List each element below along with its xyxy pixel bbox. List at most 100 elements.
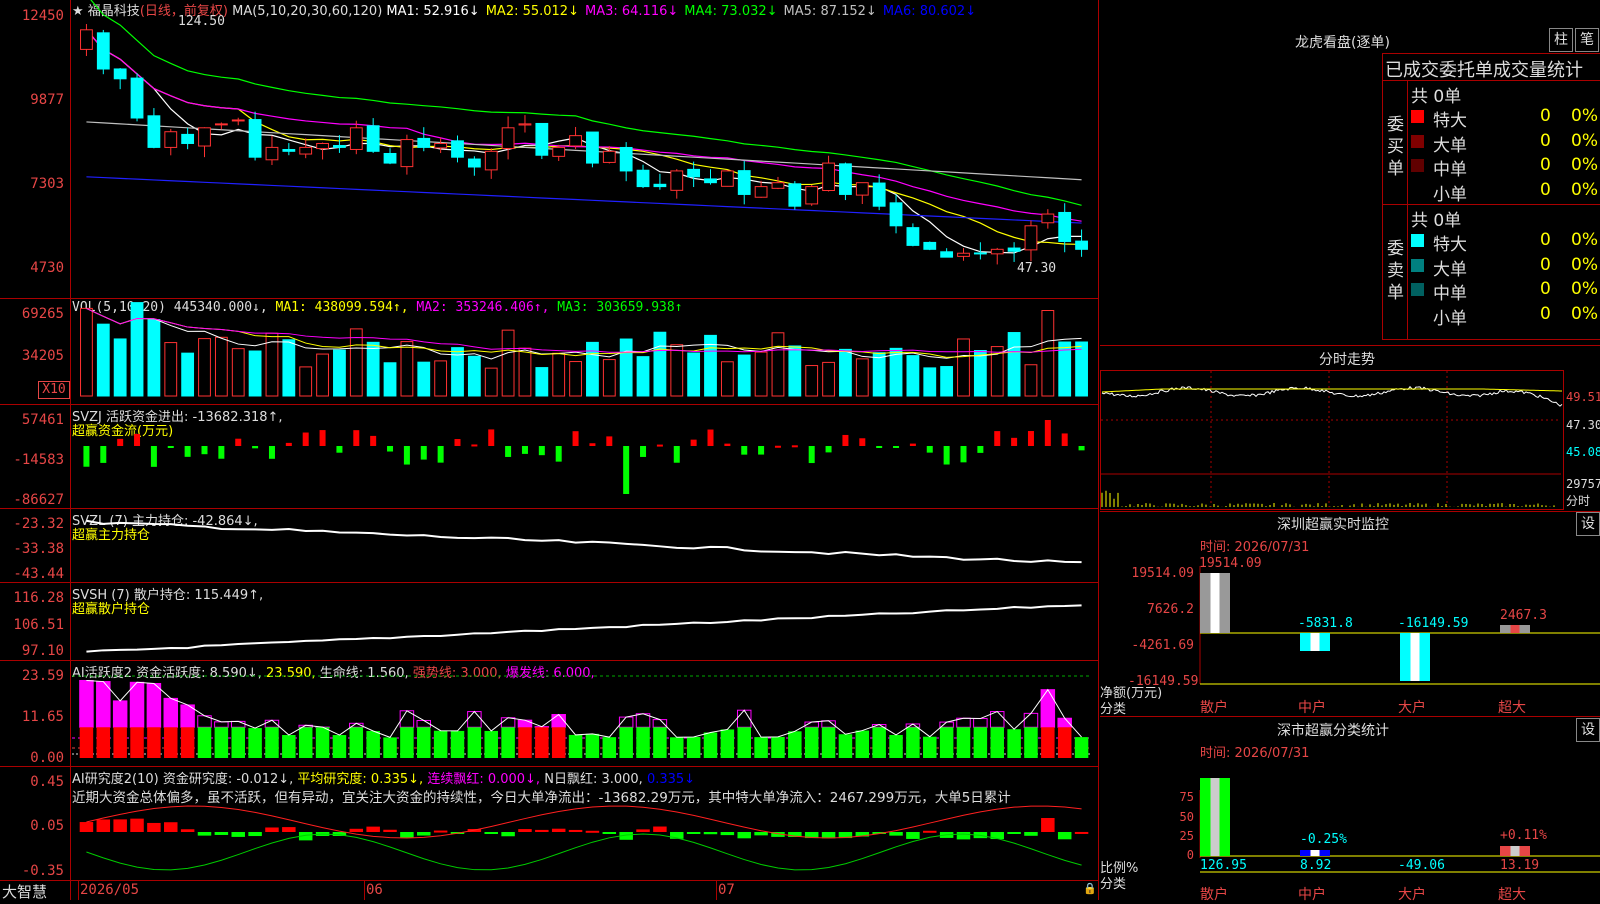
volume-bar	[350, 329, 362, 396]
candle-body	[300, 147, 312, 154]
research-bar	[164, 822, 177, 832]
fund-flow-bar	[185, 446, 191, 457]
volume-bar	[519, 348, 531, 396]
lhb-subtitle: 已成交委托单成交量统计	[1385, 56, 1583, 82]
bar-mode-button[interactable]: 柱	[1549, 28, 1573, 52]
activity-bar	[113, 727, 126, 758]
candle-body	[1076, 241, 1088, 249]
activity-bar	[805, 727, 818, 758]
fund-flow-bar	[792, 445, 798, 447]
fund-flow-bar	[944, 446, 950, 465]
volume-bar	[165, 343, 177, 396]
buy-row-pct: 0%	[1571, 180, 1598, 200]
sz-monitor-title: 深圳超赢实时监控	[1277, 514, 1389, 534]
activity-bar	[1058, 727, 1071, 758]
volume-bar	[738, 355, 750, 396]
stats-pct: -0.25%	[1300, 832, 1347, 847]
activity-bar	[147, 683, 160, 727]
buy-row-label: 特大	[1433, 106, 1467, 131]
lhb-table: 已成交委托单成交量统计 委买单 委卖单 共 0单 共 0单 特大00%大单00%…	[1382, 53, 1600, 340]
activity-bar	[1007, 729, 1020, 758]
volume-bar	[671, 345, 683, 396]
research-bar	[400, 832, 413, 837]
sz-bar	[1311, 633, 1320, 651]
fenshi-chart-box[interactable]	[1100, 370, 1564, 510]
research-bar	[215, 832, 228, 835]
buy-total: 共 0单	[1411, 82, 1461, 107]
activity-bar	[856, 731, 869, 758]
fenshi-tick-0: 49.51	[1566, 390, 1600, 404]
sz-stats-settings-button[interactable]: 设	[1576, 718, 1600, 742]
research-bar	[484, 832, 497, 834]
activity-bar	[569, 735, 582, 758]
buy-row-count: 0	[1540, 180, 1551, 200]
activity-bar	[248, 728, 261, 758]
fund-flow-bar	[438, 446, 444, 463]
candle-body	[283, 149, 295, 151]
sz-bar	[1500, 625, 1530, 633]
volume-bar	[334, 350, 346, 396]
volume-bar	[300, 367, 312, 396]
buy-row-label: 中单	[1433, 155, 1467, 180]
activity-bar	[670, 737, 683, 758]
fund-flow-bar	[893, 446, 899, 448]
research-bar	[906, 832, 919, 839]
research-bar	[1007, 832, 1020, 834]
divider	[1100, 345, 1600, 346]
candle-body	[603, 151, 615, 162]
stats-pct: +0.11%	[1500, 828, 1547, 843]
activity-bar	[501, 718, 514, 727]
activity-bar	[468, 727, 481, 758]
fund-flow-bar	[1079, 446, 1085, 450]
activity-bar	[822, 727, 835, 758]
fund-flow-bar	[455, 439, 461, 446]
fund-flow-bar	[1062, 433, 1068, 446]
sz-stats-title: 深市超赢分类统计	[1277, 720, 1389, 740]
candle-body	[974, 253, 986, 254]
candle-body	[789, 184, 801, 206]
research-bar	[923, 831, 936, 833]
candle-body	[266, 147, 278, 159]
volume-bar	[317, 354, 329, 396]
stats-tick-1: 50	[1168, 810, 1194, 824]
candle-body	[519, 124, 531, 125]
volume-bar	[485, 368, 497, 396]
volume-bar	[958, 339, 970, 396]
ma-line	[86, 30, 1081, 221]
volume-ma-line	[86, 308, 1081, 352]
activity-bar	[1041, 690, 1054, 728]
fund-flow-bar	[623, 446, 629, 494]
sell-row-label: 中单	[1433, 279, 1467, 304]
category-label: 超大	[1498, 884, 1526, 904]
chart-canvas[interactable]	[0, 0, 1100, 900]
fenshi-tick-1: 47.30	[1566, 418, 1600, 432]
candle-body	[452, 141, 464, 157]
activity-bar	[80, 727, 93, 758]
fund-flow-bar	[252, 446, 258, 448]
fund-flow-bar	[910, 444, 916, 446]
volume-bar	[283, 340, 295, 396]
sell-swatch	[1411, 308, 1424, 321]
tick-mode-button[interactable]: 笔	[1575, 28, 1599, 52]
research-bar	[518, 829, 531, 832]
research-bar	[1058, 832, 1071, 839]
activity-bar	[484, 731, 497, 758]
candle-body	[840, 164, 852, 195]
fund-flow-bar	[387, 446, 393, 452]
activity-bar	[1058, 718, 1071, 727]
activity-bar	[451, 731, 464, 758]
activity-bar	[468, 712, 481, 728]
volume-bar	[401, 342, 413, 396]
candle-body	[907, 228, 919, 246]
activity-bar	[316, 727, 329, 758]
candle-body	[637, 170, 649, 186]
volume-bar	[806, 366, 818, 396]
activity-bar	[737, 727, 750, 758]
sz-monitor-settings-button[interactable]: 设	[1576, 512, 1600, 536]
activity-bar	[636, 727, 649, 758]
candle-body	[249, 120, 261, 158]
volume-bar	[384, 363, 396, 396]
research-bar	[569, 830, 582, 832]
fenshi-vol-unit: 分时	[1566, 492, 1590, 509]
activity-bar	[704, 733, 717, 758]
